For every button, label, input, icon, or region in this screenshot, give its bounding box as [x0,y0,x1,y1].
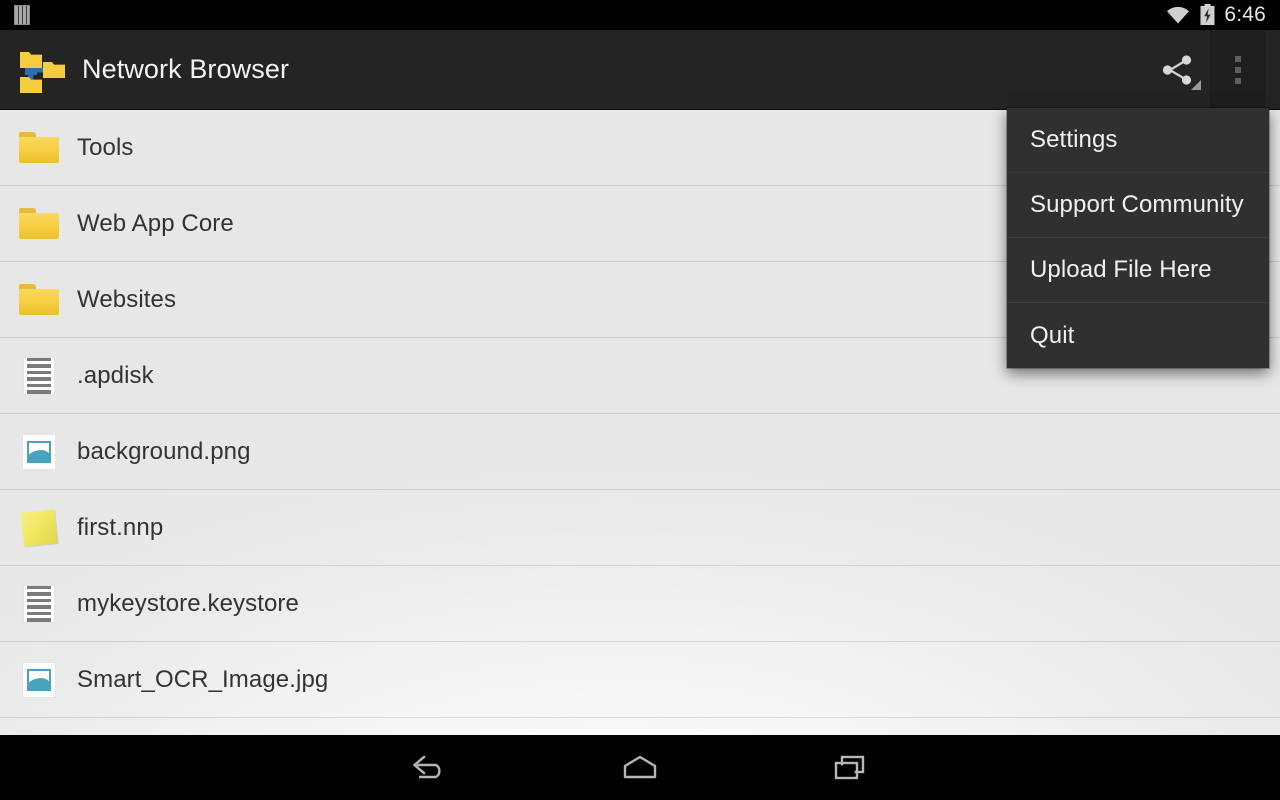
status-bar-left [0,5,30,25]
list-item-label: Smart_OCR_Image.jpg [77,665,329,693]
menu-item-settings[interactable]: Settings [1007,108,1269,173]
text-file-icon [16,353,62,399]
overflow-dot-icon [1235,55,1241,62]
dropdown-triangle-icon [1191,79,1201,90]
overflow-menu[interactable]: Settings Support Community Upload File H… [1007,108,1269,368]
folder-icon [16,201,62,247]
menu-item-label: Settings [1030,126,1118,153]
list-item[interactable]: first.nnp [0,490,1280,566]
list-item[interactable]: Smart_OCR_Image.jpg [0,642,1280,718]
home-icon [623,755,657,778]
list-item-label: background.png [77,437,251,465]
note-file-icon [16,505,62,551]
share-button[interactable] [1144,30,1210,110]
folder-icon [16,125,62,171]
list-item[interactable]: mykeystore.keystore [0,566,1280,642]
sim-card-icon [14,5,30,25]
overflow-dot-icon [1235,77,1241,84]
overflow-dot-icon [1235,66,1241,73]
wifi-icon [1167,6,1190,24]
page-title: Network Browser [82,54,290,84]
list-item[interactable]: background.png [0,414,1280,490]
battery-charging-icon [1200,4,1215,25]
folder-icon [16,277,62,323]
status-bar-clock: 6:46 [1224,3,1266,26]
text-file-icon [16,581,62,627]
action-bar: Network Browser [0,29,1280,110]
menu-item-quit[interactable]: Quit [1007,303,1269,368]
menu-item-label: Support Community [1030,191,1244,218]
back-arrow-icon [412,754,441,778]
status-bar-right: 6:46 [1165,4,1280,26]
list-item-label: mykeystore.keystore [77,589,299,617]
list-item-label: Tools [77,133,134,161]
nav-home-button[interactable] [535,735,745,800]
menu-item-support-community[interactable]: Support Community [1007,173,1269,238]
image-file-icon [16,657,62,703]
list-item-label: Websites [77,285,177,313]
android-screen: 6:46 Network Browser Tools Web App Core … [0,0,1280,800]
list-item-label: .apdisk [77,361,154,389]
nav-recents-button[interactable] [745,735,955,800]
menu-item-label: Upload File Here [1030,256,1212,283]
menu-item-upload-file-here[interactable]: Upload File Here [1007,238,1269,303]
status-bar: 6:46 [0,0,1280,30]
nav-back-button[interactable] [325,735,535,800]
menu-item-label: Quit [1030,321,1075,349]
recent-apps-icon [834,755,865,779]
network-folders-logo-icon [12,42,68,98]
list-item-label: first.nnp [77,513,164,541]
overflow-menu-button[interactable] [1210,29,1266,110]
list-item-label: Web App Core [77,209,234,237]
image-file-icon [16,429,62,475]
navigation-bar [0,735,1280,800]
list-item[interactable] [0,718,1280,735]
